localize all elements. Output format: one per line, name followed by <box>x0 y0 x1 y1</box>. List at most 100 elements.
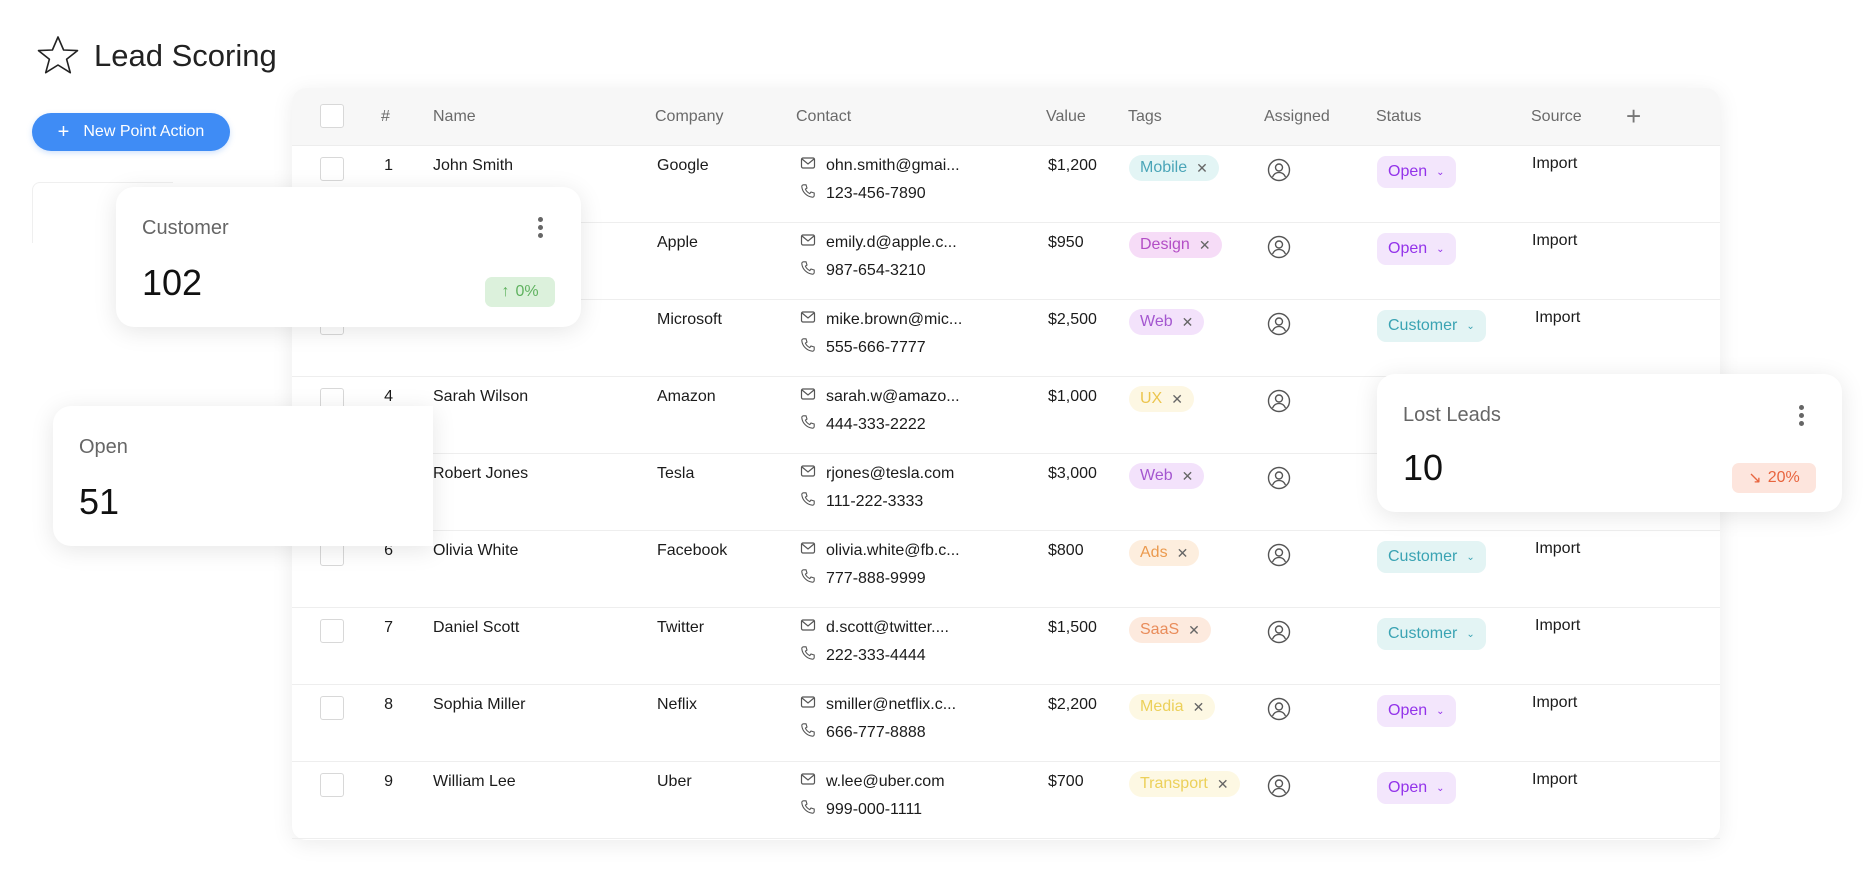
close-icon[interactable]: ✕ <box>1217 776 1229 793</box>
status-label: Customer <box>1388 548 1458 565</box>
tag-chip[interactable]: Web ✕ <box>1129 309 1205 335</box>
contact-phone[interactable]: 111-222-3333 <box>800 491 923 512</box>
contact-phone[interactable]: 555-666-7777 <box>800 337 926 358</box>
contact-phone[interactable]: 666-777-8888 <box>800 722 926 743</box>
tag-chip[interactable]: Media ✕ <box>1129 694 1216 720</box>
close-icon[interactable]: ✕ <box>1193 699 1205 716</box>
status-dropdown[interactable]: Open ⌄ <box>1377 772 1456 804</box>
lead-name[interactable]: Sarah Wilson <box>433 388 528 406</box>
tag-label: Web <box>1140 467 1173 484</box>
star-icon <box>37 36 79 74</box>
close-icon[interactable]: ✕ <box>1177 545 1189 562</box>
tag-chip[interactable]: SaaS ✕ <box>1129 617 1211 643</box>
company-name: Facebook <box>657 542 728 559</box>
customer-stat-card: Customer 102 ↑ 0% <box>116 187 581 327</box>
assigned-user-icon[interactable] <box>1267 774 1291 798</box>
lead-name[interactable]: Robert Jones <box>433 465 528 483</box>
header-num: # <box>381 108 390 125</box>
add-column-button[interactable]: + <box>1626 88 1641 145</box>
company-name: Neflix <box>657 696 698 713</box>
chevron-down-icon: ⌄ <box>1466 628 1475 640</box>
close-icon[interactable]: ✕ <box>1171 391 1183 408</box>
status-dropdown[interactable]: Customer ⌄ <box>1377 618 1486 650</box>
lead-name[interactable]: Sophia Miller <box>433 696 525 714</box>
phone-icon <box>800 491 816 512</box>
tag-chip[interactable]: Ads ✕ <box>1129 540 1200 566</box>
assigned-user-icon[interactable] <box>1267 697 1291 721</box>
contact-email[interactable]: d.scott@twitter.... <box>800 617 949 638</box>
source-text: Import <box>1532 155 1578 172</box>
assigned-user-icon[interactable] <box>1267 235 1291 259</box>
contact-phone[interactable]: 999-000-1111 <box>800 799 922 820</box>
table-row[interactable]: 7 Daniel Scott Twitter d.scott@twitter.... 2… <box>292 607 1720 685</box>
row-checkbox[interactable] <box>320 157 344 181</box>
kebab-icon[interactable] <box>538 217 544 241</box>
row-checkbox[interactable] <box>320 696 344 720</box>
header-company[interactable]: Company <box>655 88 723 145</box>
company-name: Microsoft <box>657 311 722 328</box>
select-all-checkbox[interactable] <box>320 104 344 128</box>
tag-chip[interactable]: UX ✕ <box>1129 386 1194 412</box>
lead-name[interactable]: William Lee <box>433 773 516 791</box>
table-row[interactable]: 9 William Lee Uber w.lee@uber.com 999-000-11… <box>292 761 1720 839</box>
mail-icon <box>800 309 816 330</box>
header-contact[interactable]: Contact <box>796 88 851 145</box>
assigned-user-icon[interactable] <box>1267 620 1291 644</box>
assigned-user-icon[interactable] <box>1267 466 1291 490</box>
tag-chip[interactable]: Mobile ✕ <box>1129 155 1219 181</box>
header-value[interactable]: Value <box>1046 88 1086 145</box>
header-status[interactable]: Status <box>1376 88 1421 145</box>
tag-label: SaaS <box>1140 621 1180 638</box>
arrow-up-icon: ↑ <box>501 283 510 300</box>
assigned-user-icon[interactable] <box>1267 389 1291 413</box>
row-number: 4 <box>384 388 393 405</box>
close-icon[interactable]: ✕ <box>1199 237 1211 254</box>
table-row[interactable]: 8 Sophia Miller Neflix smiller@netflix.c...… <box>292 684 1720 762</box>
status-dropdown[interactable]: Open ⌄ <box>1377 695 1456 727</box>
header-assigned[interactable]: Assigned <box>1264 88 1330 145</box>
contact-email[interactable]: w.lee@uber.com <box>800 771 945 792</box>
tag-chip[interactable]: Transport ✕ <box>1129 771 1240 797</box>
status-dropdown[interactable]: Customer ⌄ <box>1377 310 1486 342</box>
close-icon[interactable]: ✕ <box>1182 314 1194 331</box>
contact-phone[interactable]: 987-654-3210 <box>800 260 926 281</box>
contact-email[interactable]: sarah.w@amazo... <box>800 386 960 407</box>
tag-label: Media <box>1140 698 1184 715</box>
contact-phone[interactable]: 777-888-9999 <box>800 568 926 589</box>
lead-name[interactable]: Daniel Scott <box>433 619 519 637</box>
new-point-action-button[interactable]: + New Point Action <box>32 113 230 151</box>
kebab-icon[interactable] <box>1799 405 1805 429</box>
tag-label: Mobile <box>1140 159 1188 176</box>
phone-icon <box>800 183 816 204</box>
contact-email[interactable]: emily.d@apple.c... <box>800 232 957 253</box>
assigned-user-icon[interactable] <box>1267 158 1291 182</box>
lead-name[interactable]: Olivia White <box>433 542 518 560</box>
status-dropdown[interactable]: Open ⌄ <box>1377 156 1456 188</box>
contact-phone[interactable]: 123-456-7890 <box>800 183 926 204</box>
close-icon[interactable]: ✕ <box>1182 468 1194 485</box>
row-checkbox[interactable] <box>320 773 344 797</box>
close-icon[interactable]: ✕ <box>1188 622 1200 639</box>
tag-chip[interactable]: Design ✕ <box>1129 232 1222 258</box>
row-checkbox[interactable] <box>320 619 344 643</box>
status-dropdown[interactable]: Customer ⌄ <box>1377 541 1486 573</box>
tag-chip[interactable]: Web ✕ <box>1129 463 1205 489</box>
header-tags[interactable]: Tags <box>1128 88 1162 145</box>
contact-email[interactable]: mike.brown@mic... <box>800 309 962 330</box>
status-dropdown[interactable]: Open ⌄ <box>1377 233 1456 265</box>
assigned-user-icon[interactable] <box>1267 312 1291 336</box>
contact-email[interactable]: rjones@tesla.com <box>800 463 954 484</box>
contact-phone[interactable]: 222-333-4444 <box>800 645 926 666</box>
phone-icon <box>800 260 816 281</box>
close-icon[interactable]: ✕ <box>1196 160 1208 177</box>
contact-email[interactable]: smiller@netflix.c... <box>800 694 956 715</box>
header-source[interactable]: Source <box>1531 88 1582 145</box>
lead-name[interactable]: John Smith <box>433 157 513 175</box>
table-row[interactable]: 6 Olivia White Facebook olivia.white@fb.c..… <box>292 530 1720 608</box>
contact-phone[interactable]: 444-333-2222 <box>800 414 926 435</box>
contact-email[interactable]: olivia.white@fb.c... <box>800 540 960 561</box>
assigned-user-icon[interactable] <box>1267 543 1291 567</box>
contact-email[interactable]: ohn.smith@gmai... <box>800 155 960 176</box>
email-text: w.lee@uber.com <box>826 772 945 790</box>
header-name[interactable]: Name <box>433 88 476 145</box>
